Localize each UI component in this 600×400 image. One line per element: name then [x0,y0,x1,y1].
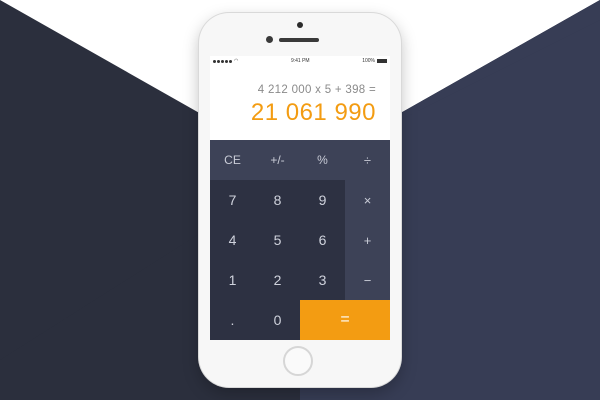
digit-9-button[interactable]: 9 [300,180,345,220]
front-sensor [297,22,303,28]
battery-icon [376,59,387,63]
wifi-icon: ◠ [234,58,239,64]
digit-2-button[interactable]: 2 [255,260,300,300]
result-text: 21 061 990 [250,99,376,126]
signal-dots-icon [213,59,232,63]
digit-7-button[interactable]: 7 [210,180,255,220]
battery-percent: 100% [362,58,375,64]
digit-4-button[interactable]: 4 [210,220,255,260]
digit-1-button[interactable]: 1 [210,260,255,300]
calculator-screen: ◠ 9:41 PM 100% 4 212 000 x 5 + 398 = 21 … [210,56,390,340]
front-camera [266,36,273,43]
home-button[interactable] [283,346,313,376]
add-button[interactable]: + [345,220,390,260]
decimal-button[interactable]: . [210,300,255,340]
divide-button[interactable]: ÷ [345,140,390,180]
status-time: 9:41 PM [290,58,310,64]
expression-text: 4 212 000 x 5 + 398 = [257,84,376,96]
equals-button[interactable]: = [300,300,390,340]
multiply-button[interactable]: × [345,180,390,220]
percent-button[interactable]: % [300,140,345,180]
digit-6-button[interactable]: 6 [300,220,345,260]
clear-entry-button[interactable]: CE [210,140,255,180]
earpiece-speaker [279,38,319,42]
phone-frame: ◠ 9:41 PM 100% 4 212 000 x 5 + 398 = 21 … [199,13,401,387]
digit-0-button[interactable]: 0 [255,300,300,340]
calculator-display: 4 212 000 x 5 + 398 = 21 061 990 [210,66,390,140]
status-bar: ◠ 9:41 PM 100% [210,56,390,66]
digit-3-button[interactable]: 3 [300,260,345,300]
plus-minus-button[interactable]: +/- [255,140,300,180]
keypad: CE +/- % ÷ 7 8 9 × 4 5 6 + 1 2 3 − . 0 = [210,140,390,340]
digit-5-button[interactable]: 5 [255,220,300,260]
subtract-button[interactable]: − [345,260,390,300]
digit-8-button[interactable]: 8 [255,180,300,220]
